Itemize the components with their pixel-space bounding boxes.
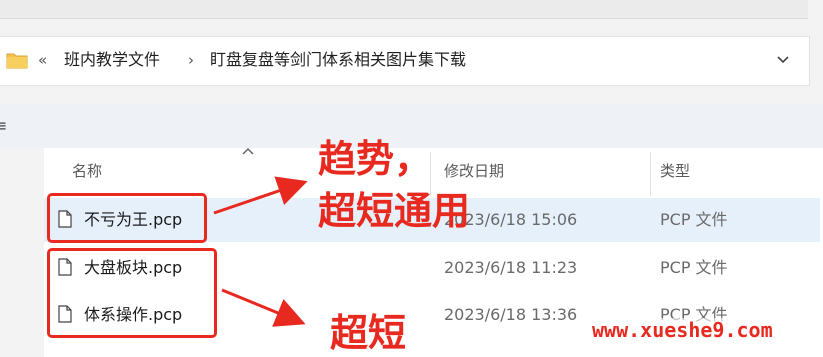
annotation-short-term: 超短 xyxy=(330,311,407,355)
annotation-short-term-general: 超短通用 xyxy=(318,189,471,233)
annotation-trend: 趋势， xyxy=(318,137,433,181)
watermark: www.xueshe9.com xyxy=(592,318,773,342)
